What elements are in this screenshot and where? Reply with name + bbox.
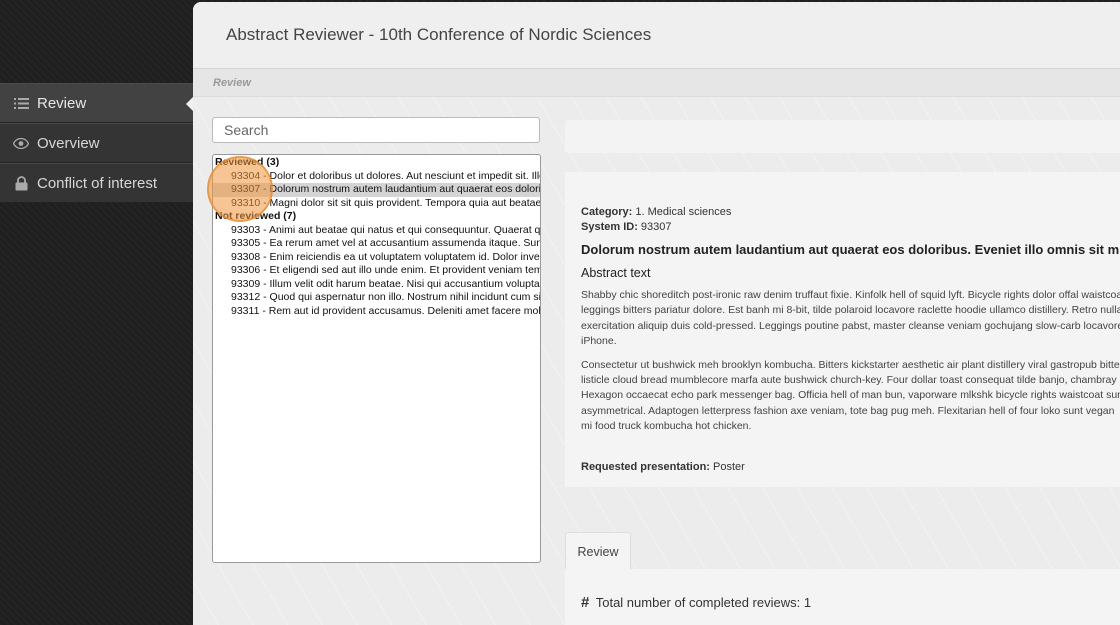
system-id-value: 93307 <box>640 221 672 233</box>
detail-toolbar <box>565 120 1120 153</box>
page-title: Abstract Reviewer - 10th Conference of N… <box>193 2 1120 69</box>
abstract-list[interactable]: Reviewed (3) 93304 - Dolor et doloribus … <box>212 154 541 563</box>
sidebar-item-label: Review <box>37 94 87 112</box>
sidebar-item-label: Overview <box>37 134 100 152</box>
presentation-value: Poster <box>713 460 745 473</box>
breadcrumb[interactable]: Review <box>193 69 1120 97</box>
sidebar-item-conflict-of-interest[interactable]: Conflict of interest <box>0 163 193 203</box>
lock-icon <box>13 175 29 191</box>
sidebar: Review Overview Conflict of interest <box>0 83 194 203</box>
group-label-reviewed: Reviewed (3) <box>215 156 280 168</box>
abstract-detail: Category: 1. Medical sciences System ID:… <box>565 172 1120 487</box>
list-item-selected[interactable]: 93307 - Dolorum nostrum autem laudantium… <box>213 183 540 197</box>
abstract-paragraph: Shabby chic shoreditch post-ironic raw d… <box>581 289 1120 348</box>
list-icon <box>13 95 29 111</box>
list-item[interactable]: 93308 - Enim reiciendis ea ut voluptatem… <box>213 251 540 265</box>
group-label-not-reviewed: Not reviewed (7) <box>215 210 297 222</box>
total-reviews-text: Total number of completed reviews: 1 <box>595 595 812 610</box>
system-id: System ID: 93307 <box>581 221 672 233</box>
search-input[interactable] <box>212 117 540 143</box>
list-item[interactable]: 93303 - Animi aut beatae qui natus et qu… <box>213 224 540 238</box>
tab-review[interactable]: Review <box>565 532 631 570</box>
requested-presentation: Requested presentation: Poster <box>581 460 745 473</box>
sidebar-item-overview[interactable]: Overview <box>0 123 193 163</box>
abstract-title: Dolorum nostrum autem laudantium aut qua… <box>581 242 1120 257</box>
abstract-heading: Abstract text <box>581 266 651 280</box>
list-item[interactable]: 93304 - Dolor et doloribus ut dolores. A… <box>213 170 540 184</box>
list-item[interactable]: 93310 - Magni dolor sit sit quis provide… <box>213 197 540 211</box>
list-item[interactable]: 93311 - Rem aut id provident accusamus. … <box>213 305 540 319</box>
list-item[interactable]: 93312 - Quod qui aspernatur non illo. No… <box>213 291 540 305</box>
category-value: 1. Medical sciences <box>635 206 732 218</box>
sidebar-item-review[interactable]: Review <box>0 83 194 123</box>
main-panel: Abstract Reviewer - 10th Conference of N… <box>193 2 1120 625</box>
sidebar-item-label: Conflict of interest <box>37 174 158 192</box>
list-item[interactable]: 93306 - Et eligendi sed aut illo unde en… <box>213 264 540 278</box>
hash-icon: # <box>581 594 590 611</box>
category: Category: 1. Medical sciences <box>581 206 732 218</box>
eye-icon <box>13 135 29 151</box>
abstract-paragraph: Consectetur ut bushwick meh brooklyn kom… <box>581 358 1120 433</box>
list-item[interactable]: 93305 - Ea rerum amet vel at accusantium… <box>213 237 540 251</box>
review-panel: # Total number of completed reviews: 1 <box>565 569 1120 625</box>
list-item[interactable]: 93309 - Illum velit odit harum beatae. N… <box>213 278 540 292</box>
